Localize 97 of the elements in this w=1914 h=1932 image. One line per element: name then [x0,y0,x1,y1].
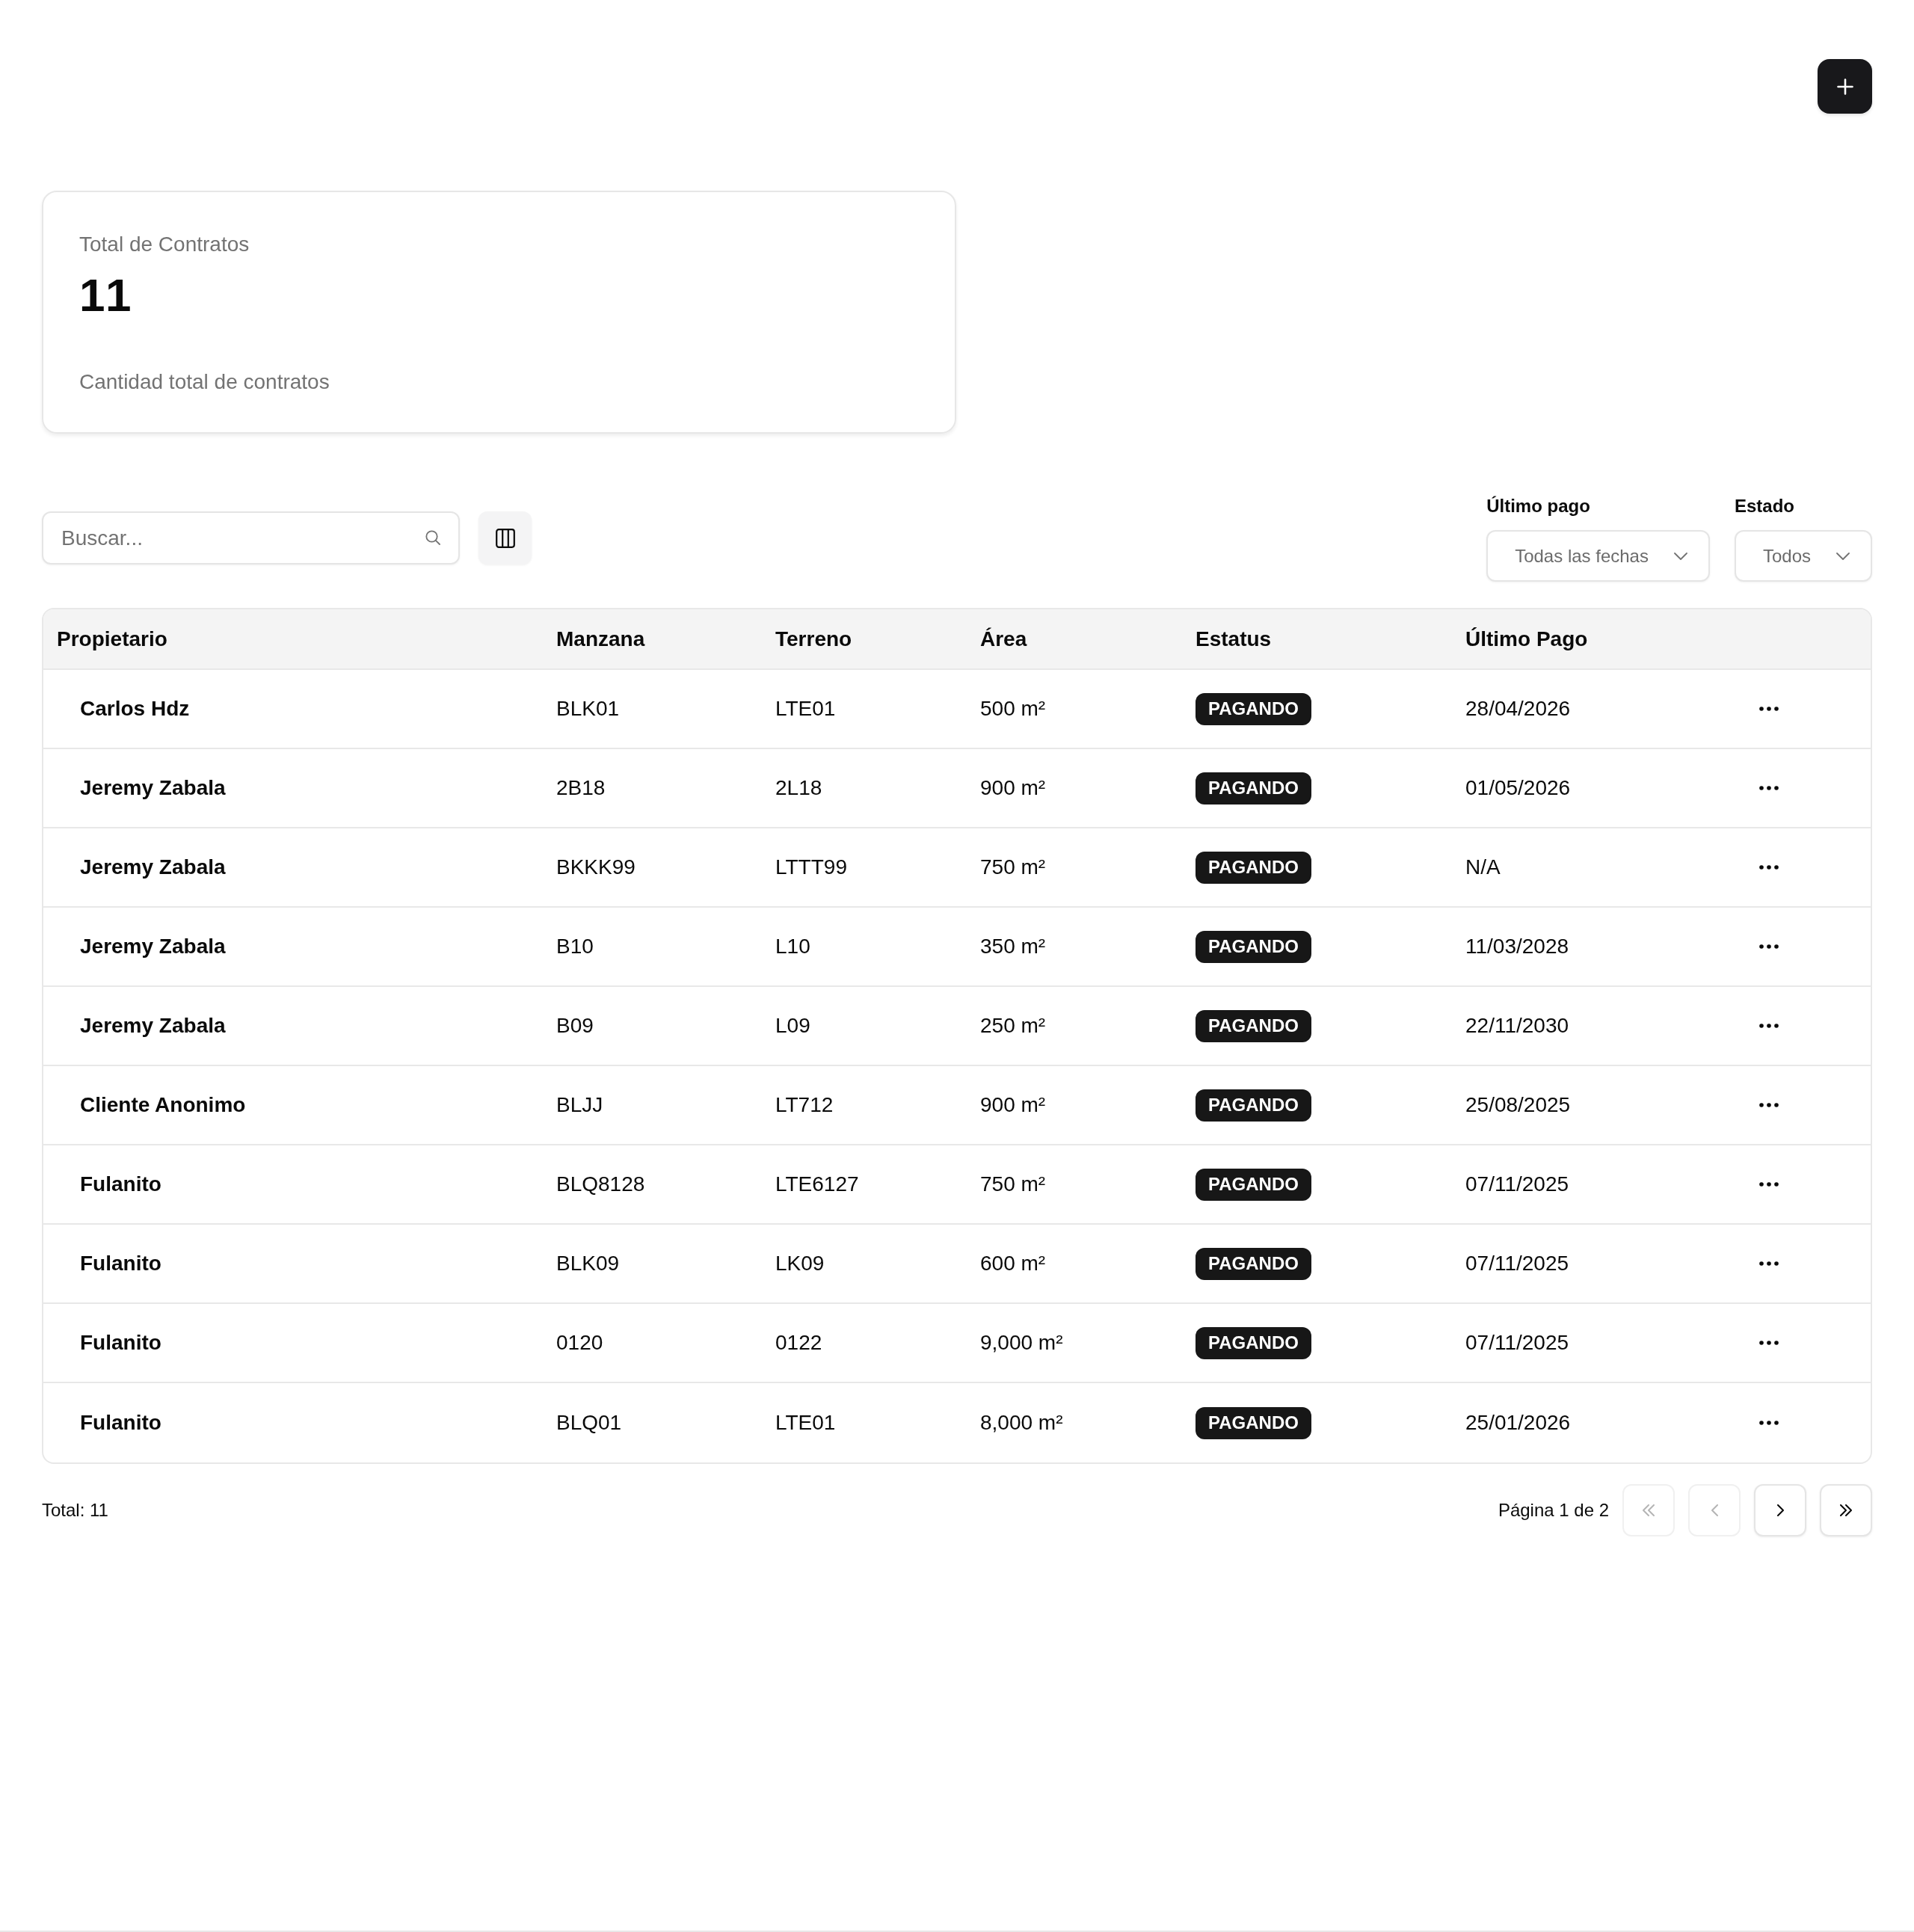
stat-value: 11 [79,273,135,318]
table-cell: LTE01 [775,1411,836,1434]
column-header: Estatus [1196,627,1272,650]
table-cell: 0122 [775,1331,822,1354]
table-cell: 600 m² [980,1252,1046,1275]
table-cell: 750 m² [980,855,1046,879]
table-cell: BKKK99 [556,855,636,879]
status-badge: PAGANDO [1196,1168,1311,1201]
table-cell: 07/11/2025 [1465,1331,1569,1354]
total-count: Total: 11 [42,1499,108,1522]
more-icon [1759,865,1779,870]
status-badge: PAGANDO [1196,851,1311,884]
table-cell: BLQ01 [556,1411,622,1434]
table-cell: 900 m² [980,776,1046,799]
owner-name: Jeremy Zabala [80,776,226,799]
page-indicator: Página 1 de 2 [1498,1499,1609,1522]
more-icon [1759,1261,1779,1266]
owner-name: Jeremy Zabala [80,1014,226,1037]
filter-select[interactable]: Todas las fechas [1486,530,1710,582]
table-cell: 22/11/2030 [1465,1014,1569,1037]
table-cell: 07/11/2025 [1465,1252,1569,1275]
table-cell: B10 [556,935,594,958]
table-cell: 0120 [556,1331,603,1354]
chevron-right-icon [1776,1504,1784,1516]
table-cell: 2B18 [556,776,606,799]
more-icon [1759,1182,1779,1187]
status-badge: PAGANDO [1196,930,1311,963]
owner-name: Fulanito [80,1252,161,1275]
table-cell: 9,000 m² [980,1331,1063,1354]
owner-name: Fulanito [80,1411,161,1434]
more-icon [1759,1103,1779,1107]
owner-name: Jeremy Zabala [80,935,226,958]
table-cell: LK09 [775,1252,825,1275]
search-icon [425,530,440,545]
filter-select[interactable]: Todos [1734,530,1872,582]
status-badge: PAGANDO [1196,1089,1311,1122]
owner-name: Jeremy Zabala [80,855,226,879]
owner-name: Fulanito [80,1172,161,1196]
more-icon [1759,1421,1779,1425]
table-cell: LTE6127 [775,1172,859,1196]
table-cell: 07/11/2025 [1465,1172,1569,1196]
table-cell: 2L18 [775,776,822,799]
table-cell: LT712 [775,1093,834,1116]
table-cell: BLK09 [556,1252,620,1275]
column-header: Área [980,627,1027,650]
owner-name: Cliente Anonimo [80,1093,246,1116]
filter-label: Estado [1734,495,1794,517]
more-icon [1759,786,1779,790]
table-cell: BLQ8128 [556,1172,645,1196]
table-cell: N/A [1465,855,1501,879]
owner-name: Carlos Hdz [80,697,190,720]
add-button[interactable] [1818,59,1872,114]
table-cell: L10 [775,935,810,958]
chevron-down-icon [1673,552,1687,560]
status-badge: PAGANDO [1196,1009,1311,1042]
table-cell: 11/03/2028 [1465,935,1569,958]
table-cell: 8,000 m² [980,1411,1063,1434]
double-chevron-right-icon [1840,1504,1852,1516]
more-icon [1759,707,1779,711]
table-cell: 750 m² [980,1172,1046,1196]
column-header: Último Pago [1465,627,1588,650]
more-icon [1759,1341,1779,1345]
columns-button[interactable] [478,511,532,564]
table-cell: 900 m² [980,1093,1046,1116]
table-cell: L09 [775,1014,810,1037]
table-cell: 25/08/2025 [1465,1093,1571,1116]
table-cell: 350 m² [980,935,1046,958]
status-badge: PAGANDO [1196,692,1311,725]
stat-title: Total de Contratos [79,232,250,257]
table-cell: BLJJ [556,1093,603,1116]
status-badge: PAGANDO [1196,772,1311,805]
table-cell: 01/05/2026 [1465,776,1571,799]
filter-label: Último pago [1486,495,1590,517]
table-cell: 250 m² [980,1014,1046,1037]
plus-icon [1836,78,1853,95]
status-badge: PAGANDO [1196,1326,1311,1359]
search-field[interactable]: Buscar... [42,511,460,564]
table-cell: B09 [556,1014,594,1037]
columns-icon [495,528,515,548]
more-icon [1759,944,1779,949]
table-cell: LTTT99 [775,855,847,879]
column-header: Manzana [556,627,645,650]
owner-name: Fulanito [80,1331,161,1354]
chevron-left-icon [1711,1504,1718,1516]
table-cell: BLK01 [556,697,620,720]
chevron-down-icon [1836,552,1850,560]
status-badge: PAGANDO [1196,1247,1311,1280]
column-header: Propietario [57,627,167,650]
table-cell: LTE01 [775,697,836,720]
double-chevron-left-icon [1643,1504,1655,1516]
more-icon [1759,1024,1779,1028]
table-cell: 28/04/2026 [1465,697,1571,720]
column-header: Terreno [775,627,852,650]
table-cell: 500 m² [980,697,1046,720]
status-badge: PAGANDO [1196,1406,1311,1439]
stat-description: Cantidad total de contratos [79,369,330,395]
table-cell: 25/01/2026 [1465,1411,1571,1434]
